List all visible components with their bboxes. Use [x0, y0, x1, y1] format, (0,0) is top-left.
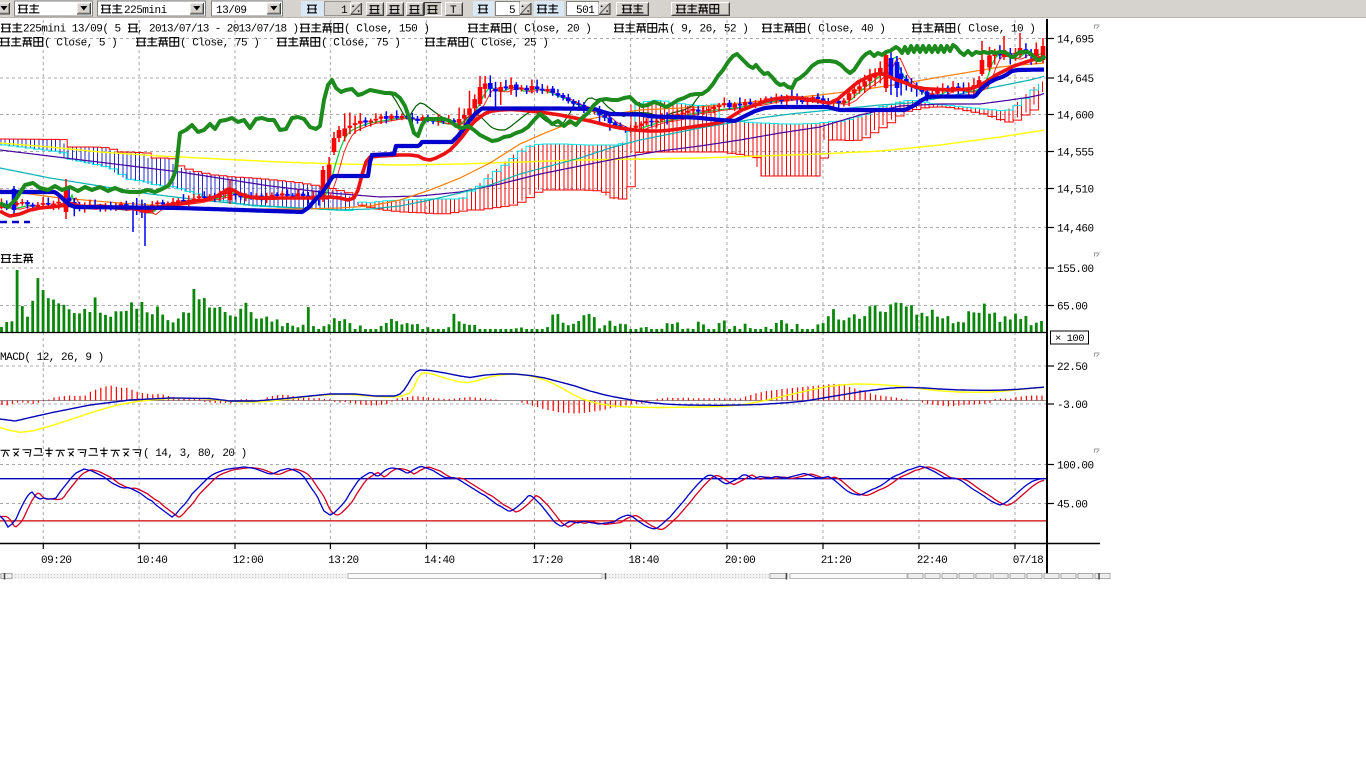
svg-text:× 100: × 100	[1055, 333, 1084, 345]
svg-text:T: T	[450, 5, 457, 17]
svg-text:( Close, 40 ): ( Close, 40 )	[806, 24, 885, 36]
svg-text:, 2013/07/13 - 2013/07/18 ): , 2013/07/13 - 2013/07/18 )	[137, 24, 299, 36]
svg-text:( 9, 26, 52 ): ( 9, 26, 52 )	[669, 24, 748, 36]
svg-text:MACD( 12, 26, 9 ): MACD( 12, 26, 9 )	[0, 352, 104, 364]
svg-text:( Close, 10 ): ( Close, 10 )	[956, 24, 1035, 36]
svg-text:20:00: 20:00	[725, 555, 756, 567]
svg-text:( Close, 5 ): ( Close, 5 )	[44, 38, 117, 50]
svg-text:( Close, 25 ): ( Close, 25 )	[469, 38, 548, 50]
svg-text:1: 1	[341, 5, 348, 17]
svg-text:12:00: 12:00	[233, 555, 264, 567]
svg-text:5: 5	[509, 5, 515, 17]
svg-text:14,600: 14,600	[1057, 111, 1094, 123]
svg-text:09:20: 09:20	[41, 555, 72, 567]
svg-text:14,695: 14,695	[1057, 35, 1094, 47]
svg-text:13/09: 13/09	[216, 5, 247, 17]
svg-text:155.00: 155.00	[1057, 264, 1094, 276]
svg-text:501: 501	[576, 5, 595, 17]
svg-text:( Close, 20 ): ( Close, 20 )	[512, 24, 591, 36]
svg-text:07/18: 07/18	[1013, 555, 1044, 567]
svg-text:18:40: 18:40	[628, 555, 659, 567]
svg-text:14,460: 14,460	[1057, 224, 1094, 236]
svg-text:17:20: 17:20	[532, 555, 563, 567]
svg-text:14,555: 14,555	[1057, 148, 1094, 160]
svg-text:( Close, 75 ): ( Close, 75 )	[180, 38, 259, 50]
svg-text:65.00: 65.00	[1057, 302, 1088, 314]
svg-text:14,510: 14,510	[1057, 185, 1094, 197]
svg-text:10:40: 10:40	[137, 555, 168, 567]
svg-text:( 14, 3, 80, 20 ): ( 14, 3, 80, 20 )	[143, 448, 247, 460]
svg-text:100.00: 100.00	[1057, 461, 1094, 473]
svg-text:( Close, 150 ): ( Close, 150 )	[344, 24, 429, 36]
svg-text:21:20: 21:20	[821, 555, 852, 567]
svg-text:45.00: 45.00	[1057, 500, 1088, 512]
svg-text:225mini 13/09( 5: 225mini 13/09( 5	[23, 24, 121, 36]
svg-text:( Close, 75 ): ( Close, 75 )	[321, 38, 400, 50]
svg-text:225mini: 225mini	[124, 5, 168, 17]
svg-text:13:20: 13:20	[328, 555, 359, 567]
svg-text:22.50: 22.50	[1057, 362, 1088, 374]
svg-text:14,645: 14,645	[1057, 74, 1094, 86]
svg-text:14:40: 14:40	[424, 555, 455, 567]
svg-text:-3.00: -3.00	[1057, 400, 1088, 412]
svg-text:22:40: 22:40	[917, 555, 948, 567]
